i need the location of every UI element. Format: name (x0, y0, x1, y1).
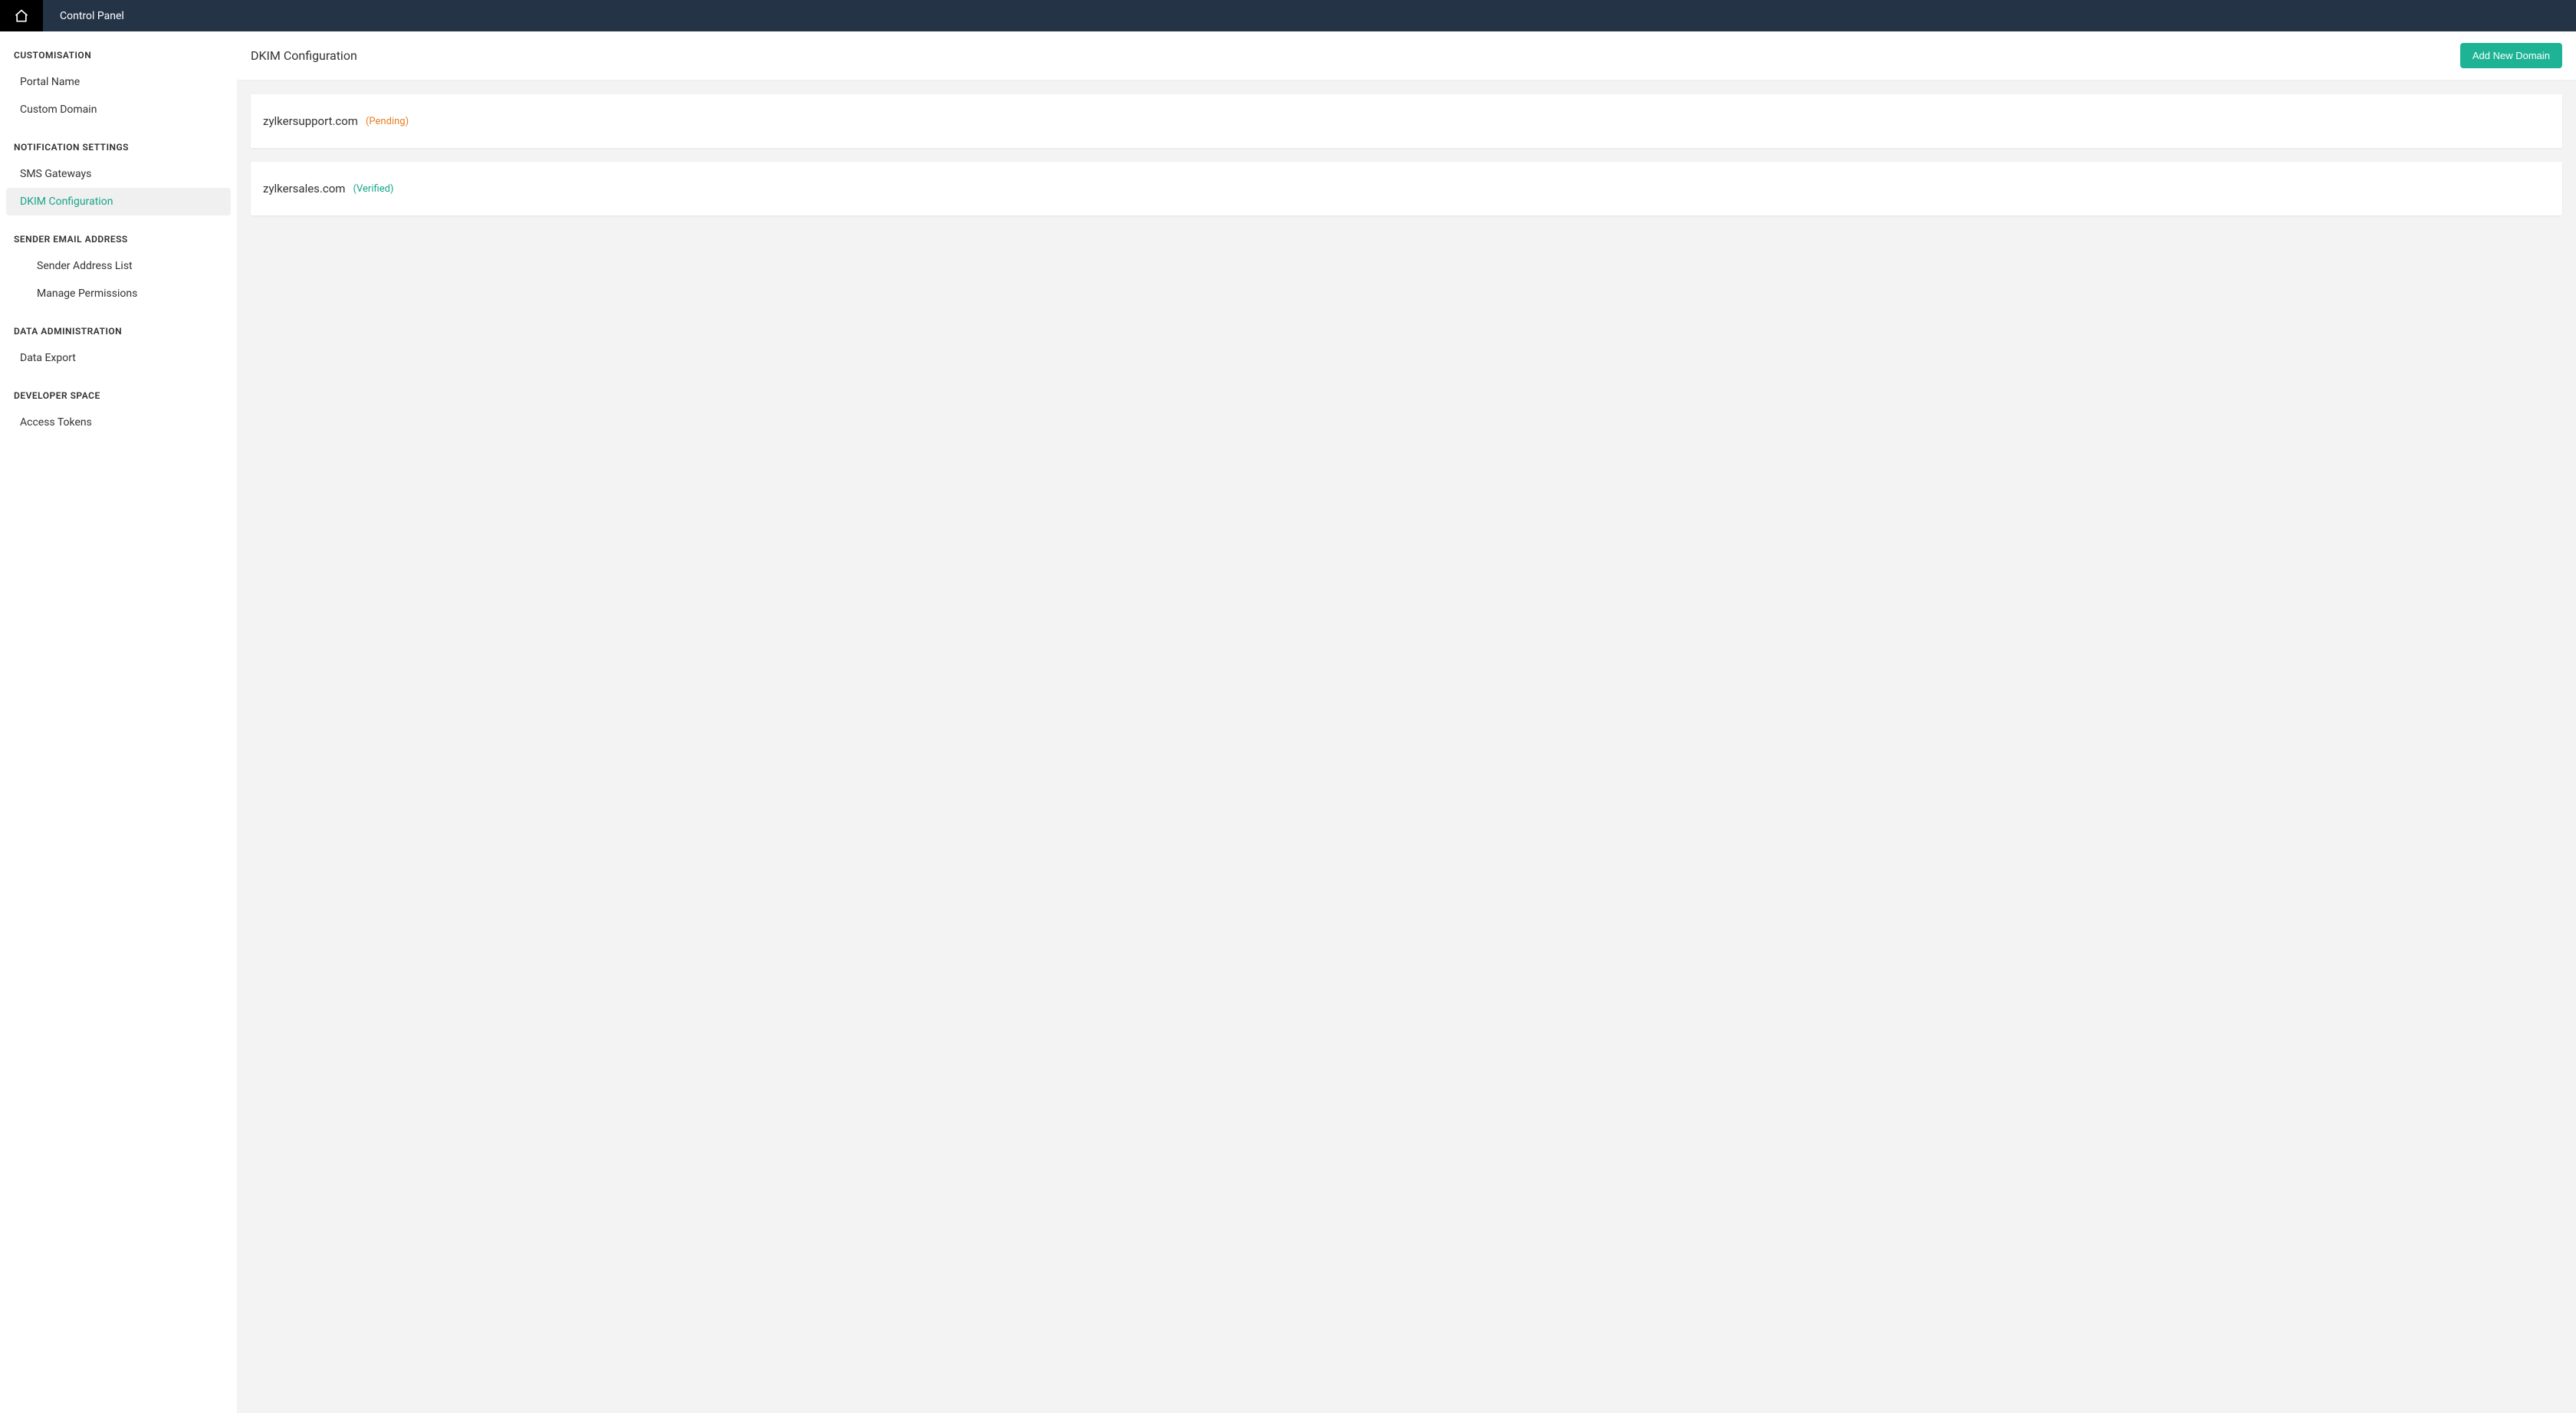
domain-status: (Verified) (353, 183, 393, 195)
sidebar-item-manage-permissions[interactable]: Manage Permissions (6, 280, 231, 307)
domain-list: zylkersupport.com (Pending) zylkersales.co… (237, 81, 2576, 243)
sidebar-section: DEVELOPER SPACEAccess Tokens (6, 387, 231, 436)
page-header: DKIM Configuration Add New Domain (237, 31, 2576, 81)
sidebar-section-title: NOTIFICATION SETTINGS (6, 139, 231, 160)
sidebar-section: SENDER EMAIL ADDRESSSender Address ListM… (6, 231, 231, 307)
domain-card[interactable]: zylkersales.com (Verified) (251, 162, 2562, 215)
sidebar-item-data-export[interactable]: Data Export (6, 344, 231, 372)
sidebar-section: DATA ADMINISTRATIONData Export (6, 323, 231, 372)
sidebar-section-title: SENDER EMAIL ADDRESS (6, 231, 231, 252)
sidebar-item-sender-address-list[interactable]: Sender Address List (6, 252, 231, 280)
content-area: CUSTOMISATIONPortal NameCustom Domain NOT… (0, 31, 2576, 1413)
sidebar: CUSTOMISATIONPortal NameCustom Domain NOT… (0, 31, 237, 1413)
sidebar-item-access-tokens[interactable]: Access Tokens (6, 409, 231, 436)
sidebar-item-dkim-configuration[interactable]: DKIM Configuration (6, 188, 231, 215)
page-title: DKIM Configuration (251, 48, 357, 63)
sidebar-item-sms-gateways[interactable]: SMS Gateways (6, 160, 231, 188)
sidebar-section-title: DEVELOPER SPACE (6, 387, 231, 409)
sidebar-section: CUSTOMISATIONPortal NameCustom Domain (6, 47, 231, 123)
domain-name: zylkersales.com (263, 182, 345, 196)
sidebar-section: NOTIFICATION SETTINGSSMS GatewaysDKIM Co… (6, 139, 231, 215)
domain-card[interactable]: zylkersupport.com (Pending) (251, 94, 2562, 148)
home-button[interactable] (0, 0, 43, 31)
main-panel: DKIM Configuration Add New Domain zylker… (237, 31, 2576, 1413)
sidebar-item-portal-name[interactable]: Portal Name (6, 68, 231, 96)
app-title: Control Panel (60, 10, 124, 22)
top-bar: Control Panel (0, 0, 2576, 31)
domain-name: zylkersupport.com (263, 114, 358, 128)
sidebar-section-title: DATA ADMINISTRATION (6, 323, 231, 344)
domain-status: (Pending) (366, 116, 409, 127)
sidebar-section-title: CUSTOMISATION (6, 47, 231, 68)
home-icon (14, 8, 29, 24)
add-new-domain-button[interactable]: Add New Domain (2460, 43, 2562, 68)
sidebar-item-custom-domain[interactable]: Custom Domain (6, 96, 231, 123)
